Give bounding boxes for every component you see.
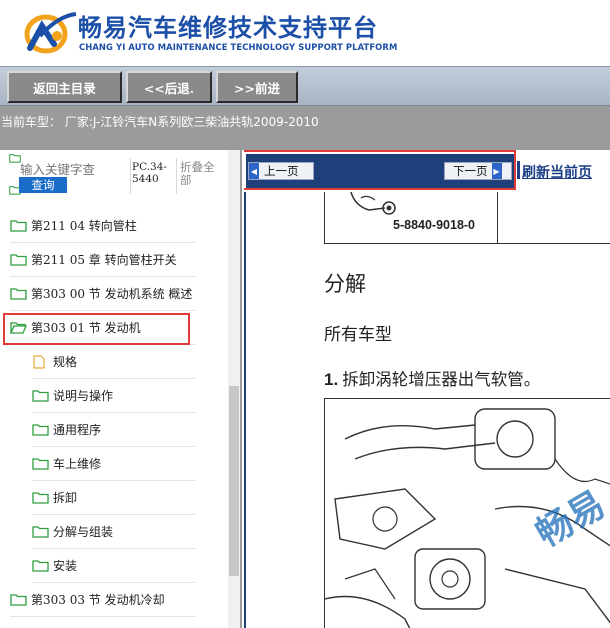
engine-figure: 畅易 (324, 398, 610, 628)
tree-item[interactable]: 第303 03 节 发动机冷却 (10, 583, 196, 617)
tree-item-label: 说明与操作 (53, 389, 114, 403)
refresh-page-link[interactable]: 刷新当前页 (522, 162, 592, 182)
folder-icon (32, 457, 49, 471)
tree-item[interactable]: 拆卸 (32, 481, 196, 515)
tree-item[interactable]: 第303 00 节 发动机系统 概述 (10, 277, 196, 311)
fold-all-button[interactable]: 折叠全部 (180, 161, 220, 187)
search-button[interactable]: 查询 (19, 177, 67, 193)
back-to-main-button[interactable]: 返回主目录 (7, 71, 122, 103)
search-area: 查询 PC.34-5440 折叠全部 (0, 150, 228, 195)
current-model-bar: 当前车型： 厂家:J-江铃汽车N系列欧三柴油共轨2009-2010 (0, 106, 610, 150)
section-subheading: 所有车型 (324, 325, 392, 345)
scrollbar-thumb[interactable] (229, 386, 239, 576)
document-view: 5-8840-9018-0 分解 所有车型 1. 拆卸涡轮增压器出气软管。 畅易 (244, 192, 610, 628)
tree-item-label: 车上维修 (53, 457, 102, 471)
folder-icon (32, 559, 49, 573)
engine-illustration: 畅易 (325, 399, 610, 628)
tree-item-label: 分解与组装 (53, 525, 114, 539)
brand-title: 畅易汽车维修技术支持平台 (78, 14, 378, 42)
tree-item-label: 第303 00 节 发动机系统 概述 (31, 287, 193, 301)
current-model-text: 当前车型： 厂家:J-江铃汽车N系列欧三柴油共轨2009-2010 (1, 115, 319, 129)
document-icon (32, 354, 49, 369)
cy-logo-icon (24, 8, 80, 58)
folder-icon (10, 253, 27, 267)
pager-highlight (244, 150, 516, 190)
figure-divider (497, 192, 498, 244)
refresh-marker (517, 161, 520, 179)
sidebar-scrollbar[interactable] (228, 150, 240, 628)
folder-icon (10, 593, 27, 607)
tree-item[interactable]: 分解与组装 (32, 515, 196, 549)
divider (176, 158, 177, 194)
tree-item-label: 通用程序 (53, 423, 102, 437)
tree-item-label: 规格 (53, 355, 78, 369)
pc-label: PC.34-5440 (132, 161, 167, 185)
search-input[interactable] (20, 162, 128, 177)
tree-item-label: 第303 03 节 发动机冷却 (31, 593, 165, 607)
folder-icon (32, 389, 49, 403)
tree-item-label: 第211 04 转向管柱 (31, 219, 137, 233)
document-border (244, 192, 246, 628)
tree-item-label: 安装 (53, 559, 78, 573)
content-area: ◀ 上一页 下一页 ▶ 刷新当前页 5-8840-9018-0 分解 所有车型 … (244, 150, 610, 628)
nav-bar: 返回主目录 <<后退. >>前进 (0, 66, 610, 106)
tree-item[interactable]: 第211 04 转向管柱 (10, 209, 196, 243)
pager-bar: ◀ 上一页 下一页 ▶ 刷新当前页 (244, 150, 610, 192)
tree-item-label: 拆卸 (53, 491, 78, 505)
tree-item[interactable]: 安装 (32, 549, 196, 583)
folder-icon (32, 423, 49, 437)
folder-icon (32, 491, 49, 505)
brand-subtitle: CHANG YI AUTO MAINTENANCE TECHNOLOGY SUP… (79, 42, 398, 52)
step-number: 1. (324, 370, 339, 389)
divider (130, 158, 131, 194)
back-button[interactable]: <<后退. (126, 71, 212, 103)
step-text: 拆卸涡轮增压器出气软管。 (342, 370, 541, 389)
step-1: 1. 拆卸涡轮增压器出气软管。 (324, 366, 540, 390)
tree-item-label: 第211 05 章 转向管柱开关 (31, 253, 177, 267)
selection-highlight (3, 313, 190, 345)
part-number: 5-8840-9018-0 (393, 218, 476, 232)
figure-top: 5-8840-9018-0 (324, 192, 610, 244)
tree-item[interactable]: 通用程序 (32, 413, 196, 447)
tree-item[interactable]: 第211 05 章 转向管柱开关 (10, 243, 196, 277)
folder-icon (10, 287, 27, 301)
folder-icon (10, 219, 27, 233)
app-root: 畅易汽车维修技术支持平台 CHANG YI AUTO MAINTENANCE T… (0, 0, 610, 628)
header: 畅易汽车维修技术支持平台 CHANG YI AUTO MAINTENANCE T… (0, 0, 610, 66)
part-illustration (350, 192, 396, 215)
tree-item[interactable]: 说明与操作 (32, 379, 196, 413)
section-heading: 分解 (324, 272, 366, 296)
folder-icon (32, 525, 49, 539)
forward-button[interactable]: >>前进 (216, 71, 298, 103)
tree-item[interactable]: 车上维修 (32, 447, 196, 481)
sidebar: 查询 PC.34-5440 折叠全部 第211 04 转向管柱 第211 05 … (0, 150, 242, 628)
tree-item[interactable]: 规格 (32, 345, 196, 379)
